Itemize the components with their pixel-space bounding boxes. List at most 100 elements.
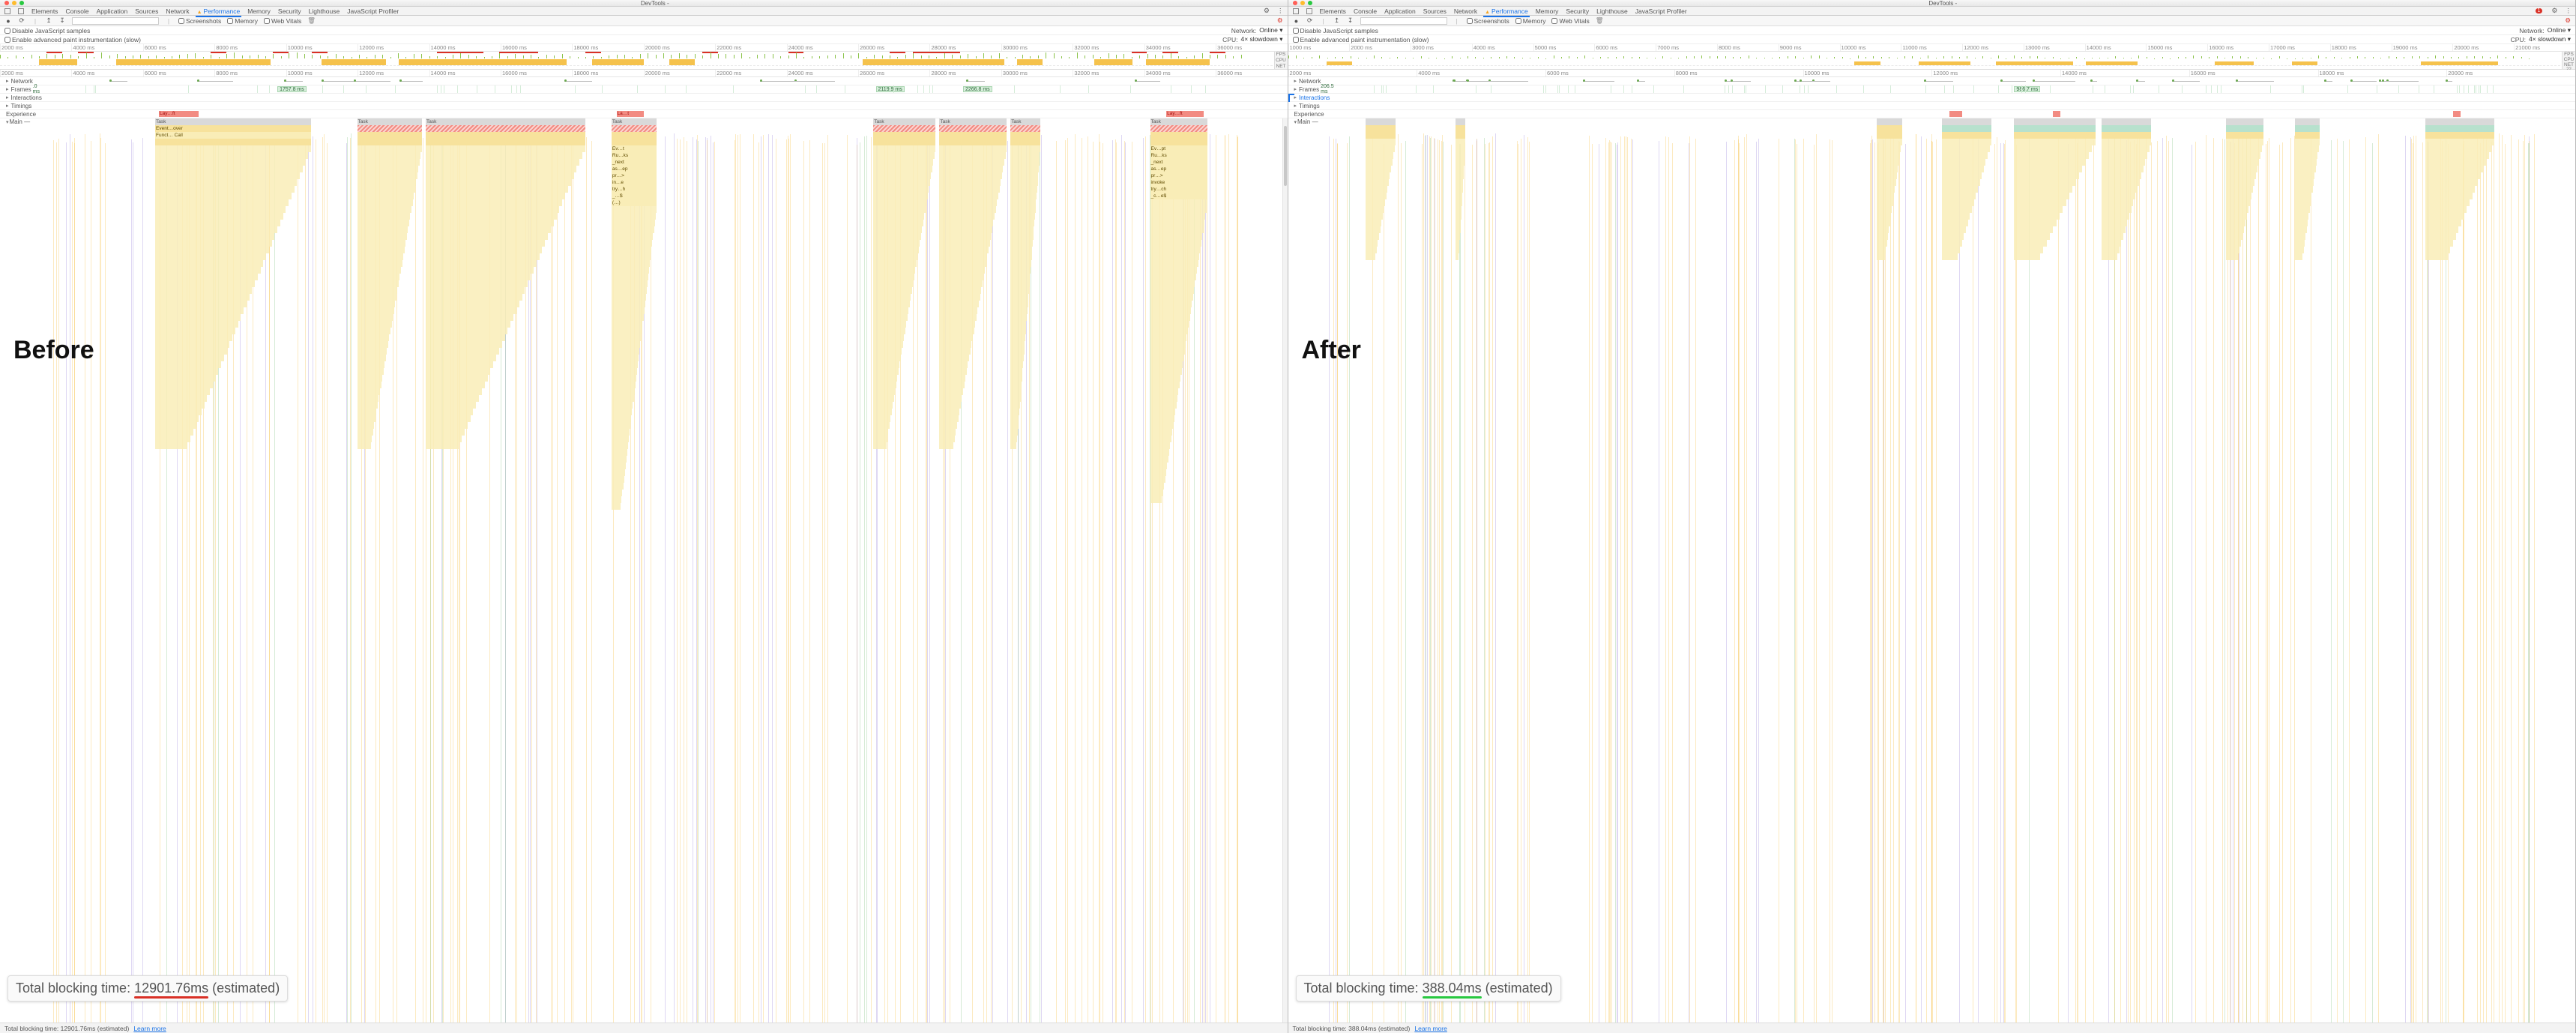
track-timings[interactable]: Timings	[1288, 102, 2576, 110]
overview-strip[interactable]: FPS CPU NET 22	[1288, 52, 2576, 70]
learn-more-link[interactable]: Learn more	[133, 1025, 166, 1032]
settings-gear-icon[interactable]: ⚙	[2551, 7, 2557, 15]
layout-shift-block[interactable]	[1949, 111, 1962, 117]
flame-cluster[interactable]	[2295, 118, 2320, 1023]
track-main-label[interactable]: Main —	[1294, 118, 1318, 125]
inspect-icon[interactable]	[4, 8, 10, 14]
more-menu-icon[interactable]: ⋮	[2566, 7, 2572, 15]
tab-jsprofiler[interactable]: JavaScript Profiler	[347, 7, 399, 15]
adv-paint-checkbox[interactable]: Enable advanced paint instrumentation (s…	[1293, 36, 1429, 43]
clear-icon[interactable]: 🗑	[307, 16, 315, 25]
load-profile-icon[interactable]: ↥	[1333, 16, 1341, 25]
overview-ruler[interactable]: 2000 ms4000 ms6000 ms8000 ms10000 ms1200…	[0, 44, 1288, 52]
flame-cluster[interactable]: TaskEv…tRu…ks_nextas…eppr…>in…etry…h_…$(…	[612, 118, 657, 1023]
timeline-ruler[interactable]: 2000 ms4000 ms6000 ms8000 ms10000 ms1200…	[0, 70, 1288, 77]
record-button[interactable]: ●	[4, 17, 12, 25]
minimize-window-icon[interactable]	[12, 1, 16, 5]
scrollbar-vertical[interactable]	[1282, 118, 1288, 1023]
flame-chart[interactable]: Main — TaskEvent…overFunct… CallTaskTask…	[0, 118, 1288, 1023]
layout-shift-block[interactable]: Lay…ft	[159, 111, 199, 117]
layout-shift-block[interactable]: Lay…ft	[1166, 111, 1204, 117]
settings-gear-icon[interactable]: ⚙	[1264, 7, 1270, 15]
cpu-throttle-select[interactable]: 4× slowdown	[1240, 35, 1282, 43]
record-button[interactable]: ●	[1293, 17, 1300, 25]
layout-shift-block[interactable]: La…t	[617, 111, 645, 117]
track-frames[interactable]: Frames206.5 ms 986.7 ms	[1288, 85, 2576, 94]
flame-cluster[interactable]: Task	[873, 118, 935, 1023]
more-menu-icon[interactable]: ⋮	[1277, 7, 1283, 15]
tab-application[interactable]: Application	[1384, 7, 1416, 15]
track-interactions[interactable]: Interactions	[1288, 94, 2576, 102]
tab-performance[interactable]: Performance	[1485, 7, 1528, 15]
profile-select[interactable]	[1360, 17, 1447, 25]
frame-chip[interactable]: 2119.9 ms	[876, 86, 905, 92]
zoom-window-icon[interactable]	[19, 1, 24, 5]
tab-security[interactable]: Security	[278, 7, 301, 15]
network-throttle-select[interactable]: Online	[2548, 26, 2571, 34]
tab-elements[interactable]: Elements	[31, 7, 58, 15]
flame-cluster[interactable]: TaskEv…ptRu…ks_nextas…eppr…>invoketry…ch…	[1150, 118, 1208, 1023]
save-profile-icon[interactable]: ↧	[1347, 16, 1354, 25]
tab-lighthouse[interactable]: Lighthouse	[1596, 7, 1628, 15]
frame-chip[interactable]: 1757.8 ms	[277, 86, 307, 92]
disable-js-checkbox[interactable]: Disable JavaScript samples	[1293, 27, 1378, 34]
flame-cluster[interactable]: Task	[426, 118, 585, 1023]
frame-chip[interactable]: 986.7 ms	[2014, 86, 2040, 92]
close-window-icon[interactable]	[1293, 1, 1297, 5]
webvitals-checkbox[interactable]: Web Vitals	[264, 17, 301, 25]
profile-select[interactable]	[72, 17, 159, 25]
frame-chip[interactable]: 2266.8 ms	[963, 86, 992, 92]
device-toggle-icon[interactable]	[18, 8, 24, 14]
minimize-window-icon[interactable]	[1300, 1, 1305, 5]
flame-chart[interactable]: Main — After Total blocking time: 388.04…	[1288, 118, 2576, 1023]
webvitals-checkbox[interactable]: Web Vitals	[1551, 17, 1589, 25]
tab-elements[interactable]: Elements	[1320, 7, 1346, 15]
tab-jsprofiler[interactable]: JavaScript Profiler	[1635, 7, 1687, 15]
reload-record-button[interactable]: ⟳	[18, 16, 25, 25]
flame-cluster[interactable]	[2014, 118, 2095, 1023]
flame-cluster[interactable]	[1366, 118, 1396, 1023]
network-throttle-select[interactable]: Online	[1259, 26, 1282, 34]
layout-shift-block[interactable]	[2053, 111, 2060, 117]
flame-cluster[interactable]	[2226, 118, 2263, 1023]
track-experience[interactable]: Experience Lay…ftLa…tLay…ft	[0, 110, 1288, 118]
layout-shift-block[interactable]	[2453, 111, 2461, 117]
flame-cluster[interactable]	[1942, 118, 1992, 1023]
tab-sources[interactable]: Sources	[1423, 7, 1447, 15]
reload-record-button[interactable]: ⟳	[1306, 16, 1314, 25]
device-toggle-icon[interactable]	[1306, 8, 1312, 14]
capture-settings-gear-icon[interactable]: ⚙	[1277, 16, 1283, 25]
load-profile-icon[interactable]: ↥	[45, 16, 52, 25]
flame-cluster[interactable]: Task	[939, 118, 1007, 1023]
screenshots-checkbox[interactable]: Screenshots	[1467, 17, 1509, 25]
tab-application[interactable]: Application	[97, 7, 128, 15]
flame-cluster[interactable]	[1456, 118, 1465, 1023]
track-main-label[interactable]: Main —	[6, 118, 30, 125]
tab-lighthouse[interactable]: Lighthouse	[309, 7, 340, 15]
memory-checkbox[interactable]: Memory	[227, 17, 258, 25]
learn-more-link[interactable]: Learn more	[1414, 1025, 1447, 1032]
tab-security[interactable]: Security	[1566, 7, 1589, 15]
track-experience[interactable]: Experience	[1288, 110, 2576, 118]
disable-js-checkbox[interactable]: Disable JavaScript samples	[4, 27, 90, 34]
overview-ruler[interactable]: 1000 ms2000 ms3000 ms4000 ms5000 ms6000 …	[1288, 44, 2576, 52]
tab-console[interactable]: Console	[1354, 7, 1377, 15]
tab-network[interactable]: Network	[1454, 7, 1477, 15]
screenshots-checkbox[interactable]: Screenshots	[178, 17, 221, 25]
save-profile-icon[interactable]: ↧	[58, 16, 66, 25]
timeline-ruler[interactable]: 2000 ms4000 ms6000 ms8000 ms10000 ms1200…	[1288, 70, 2576, 77]
close-window-icon[interactable]	[4, 1, 9, 5]
flame-cluster[interactable]: TaskEvent…overFunct… Call	[155, 118, 311, 1023]
track-network[interactable]: Network	[1288, 77, 2576, 85]
capture-settings-gear-icon[interactable]: ⚙	[2565, 16, 2571, 25]
track-network[interactable]: Network	[0, 77, 1288, 85]
flame-cluster[interactable]: Task	[358, 118, 423, 1023]
cpu-throttle-select[interactable]: 4× slowdown	[2529, 35, 2571, 43]
flame-cluster[interactable]	[1877, 118, 1901, 1023]
memory-checkbox[interactable]: Memory	[1515, 17, 1546, 25]
flame-cluster[interactable]	[2425, 118, 2494, 1023]
track-frames[interactable]: Frames.0 ms 1757.8 ms2119.9 ms2266.8 ms	[0, 85, 1288, 94]
zoom-window-icon[interactable]	[1308, 1, 1312, 5]
tab-memory[interactable]: Memory	[247, 7, 271, 15]
tab-network[interactable]: Network	[166, 7, 189, 15]
